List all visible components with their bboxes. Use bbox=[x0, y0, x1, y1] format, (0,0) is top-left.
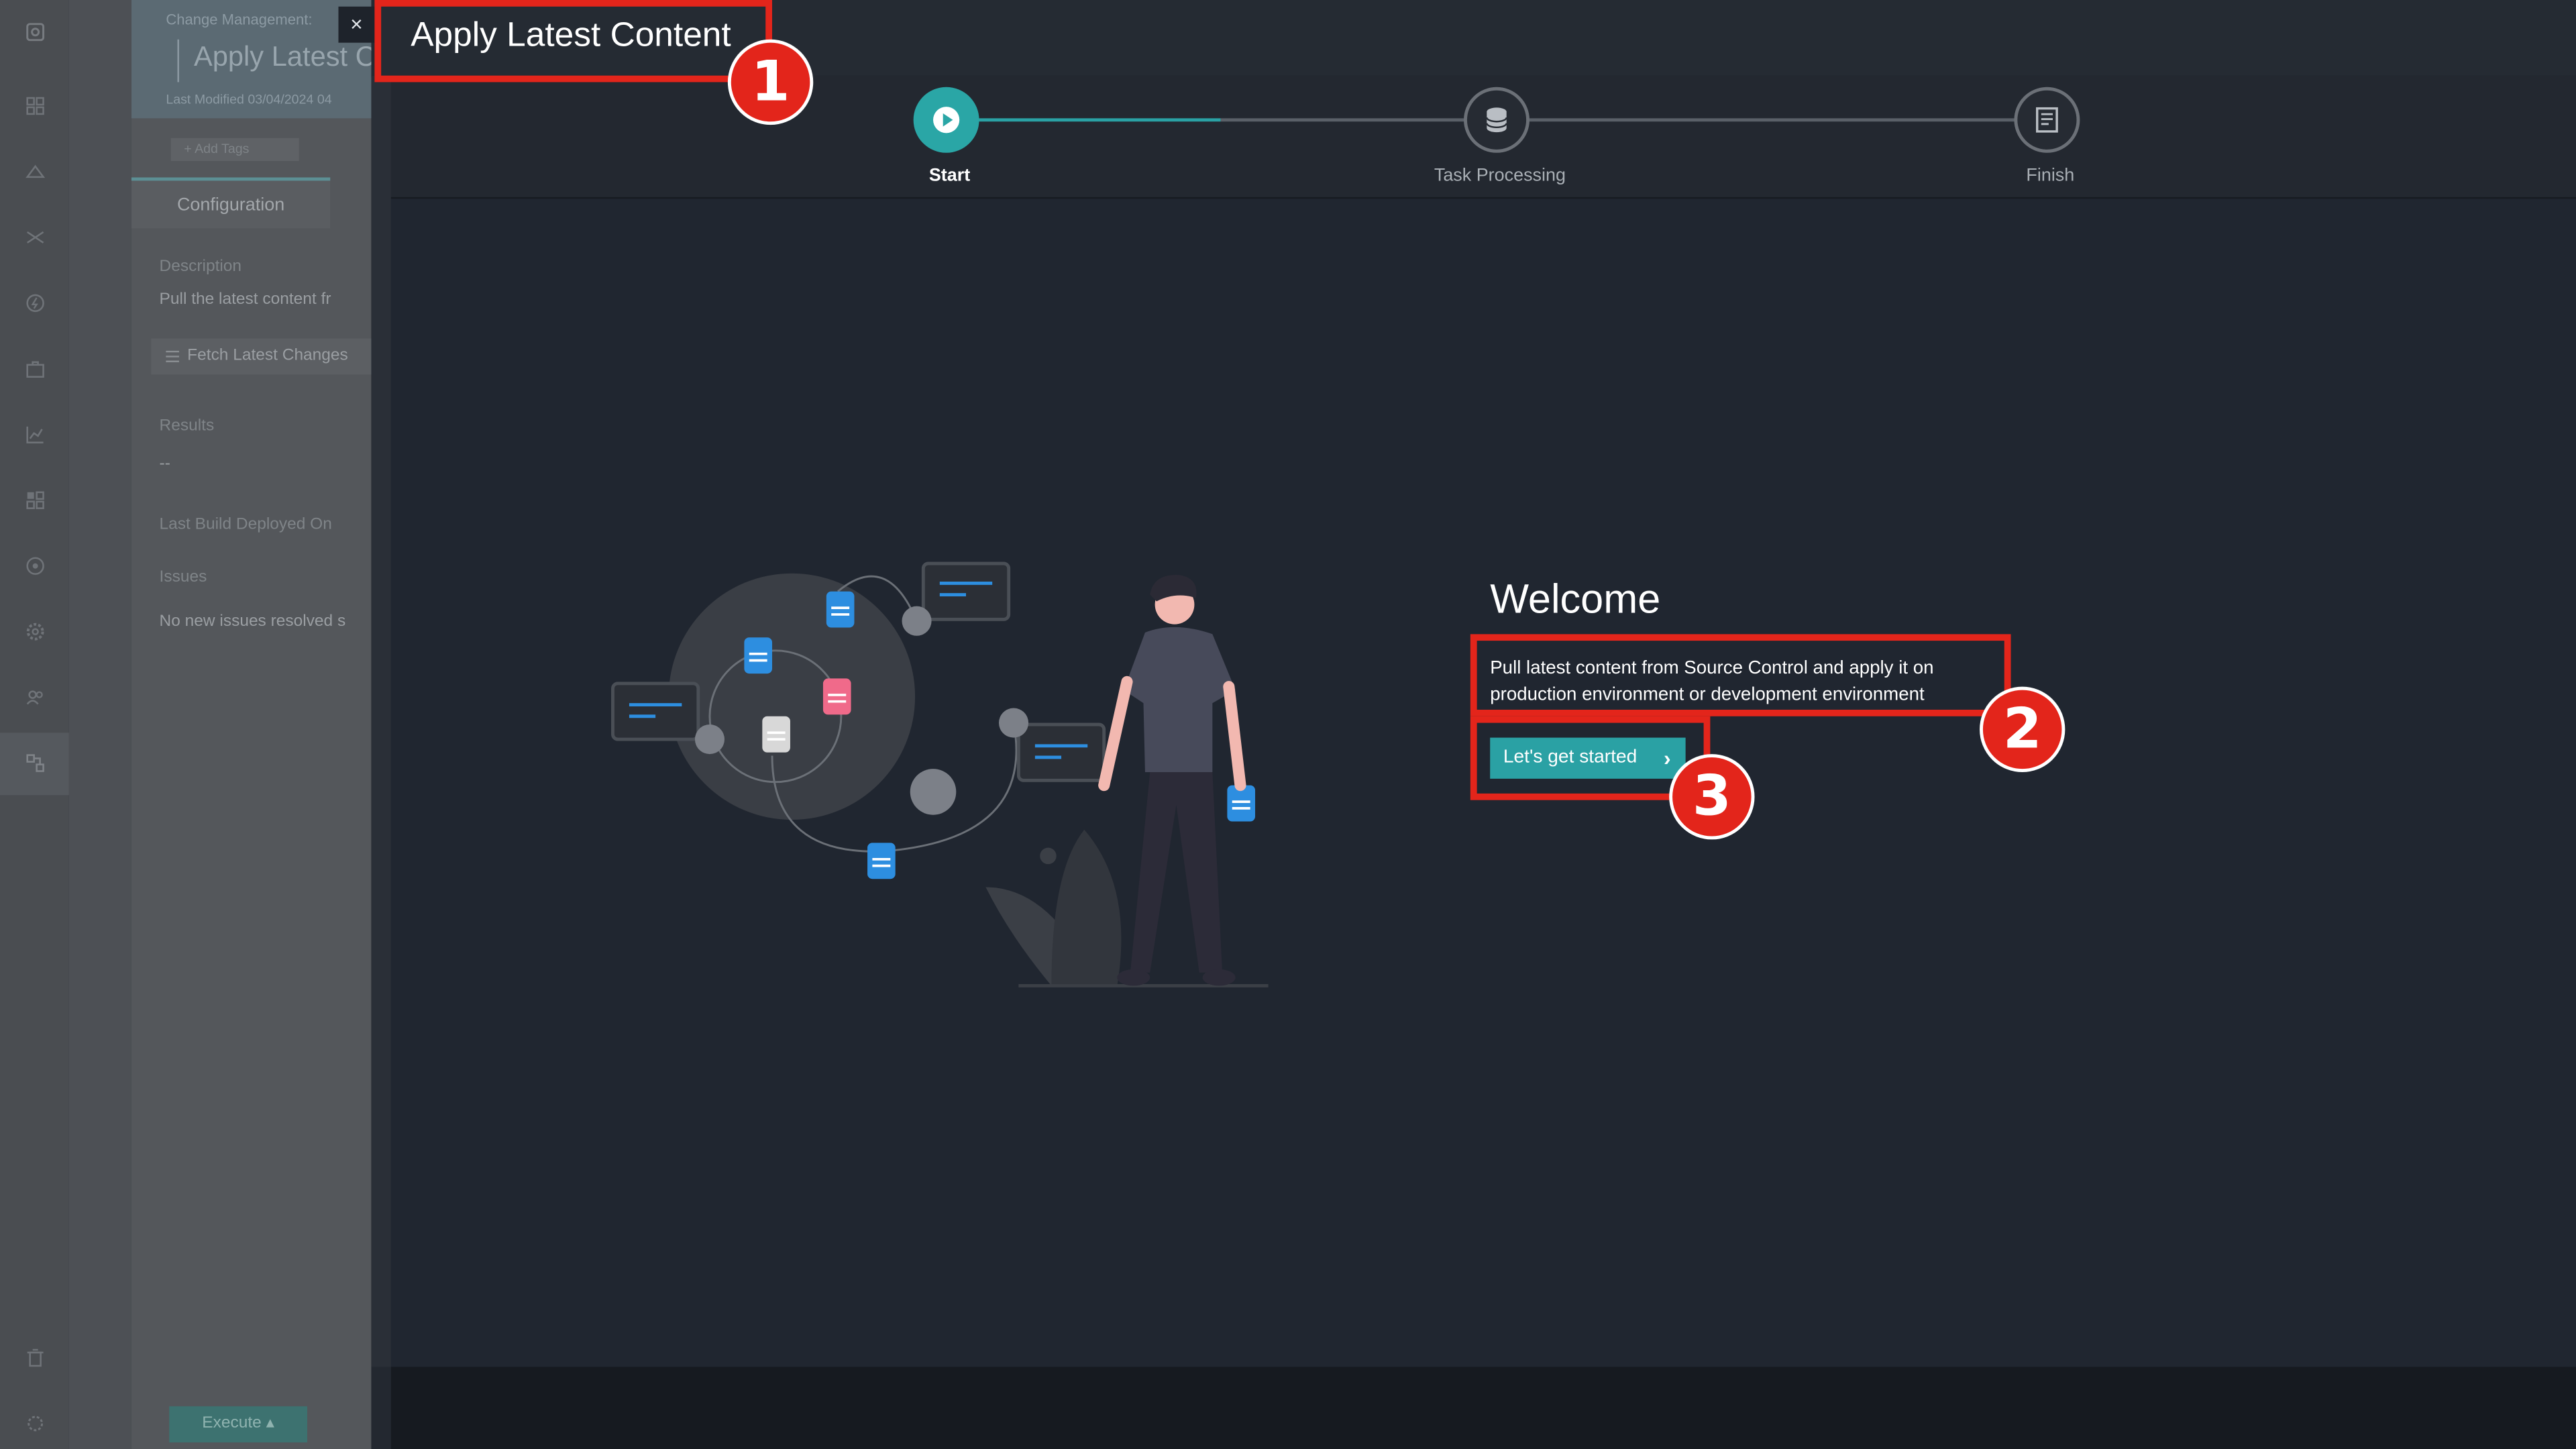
modal-inner-strip bbox=[371, 75, 391, 1367]
background-execute-label: Execute bbox=[202, 1414, 262, 1433]
step-task-processing-label: Task Processing bbox=[1434, 166, 1566, 186]
annotation-badge-3: 3 bbox=[1669, 754, 1755, 840]
bolt-icon[interactable] bbox=[21, 289, 48, 315]
trash-icon[interactable] bbox=[21, 1344, 48, 1370]
gear-icon[interactable] bbox=[21, 618, 48, 644]
icon-rail bbox=[0, 0, 69, 1449]
annotation-box-1 bbox=[374, 0, 773, 83]
background-issues-label: Issues bbox=[159, 568, 207, 587]
step-finish-label: Finish bbox=[2026, 166, 2075, 186]
modal-footer bbox=[390, 1366, 2576, 1449]
incident-icon[interactable] bbox=[21, 158, 48, 184]
step-task-processing[interactable] bbox=[1464, 87, 1530, 153]
background-description-label: Description bbox=[159, 258, 242, 276]
background-breadcrumb[interactable]: Change Management: bbox=[166, 11, 312, 28]
settings-icon[interactable] bbox=[21, 18, 48, 44]
background-execute-button[interactable]: Execute ▴ bbox=[169, 1406, 307, 1443]
shield-icon[interactable] bbox=[21, 552, 48, 578]
background-fetch-button[interactable]: Fetch Latest Changes bbox=[151, 338, 382, 375]
step-connector-line bbox=[1220, 118, 1466, 122]
background-add-tags-button[interactable]: + Add Tags bbox=[170, 138, 299, 162]
background-last-modified: Last Modified 03/04/2024 04 bbox=[166, 92, 332, 107]
apps-icon[interactable] bbox=[21, 486, 48, 513]
change-icon[interactable] bbox=[21, 749, 48, 775]
background-results-label: Results bbox=[159, 417, 215, 435]
background-fetch-label: Fetch Latest Changes bbox=[187, 346, 348, 365]
background-results-value: -- bbox=[159, 455, 170, 474]
annotation-box-2 bbox=[1470, 634, 2011, 716]
step-start[interactable] bbox=[913, 87, 979, 153]
play-icon bbox=[933, 107, 960, 133]
step-connector-line bbox=[1526, 118, 2016, 122]
welcome-title: Welcome bbox=[1490, 576, 1661, 623]
annotation-badge-1: 1 bbox=[727, 39, 814, 125]
step-finish[interactable] bbox=[2014, 87, 2080, 153]
dashboard-icon[interactable] bbox=[21, 92, 48, 118]
chart-icon[interactable] bbox=[21, 421, 48, 447]
modal-close-button[interactable]: × bbox=[338, 6, 375, 43]
shuffle-icon[interactable] bbox=[21, 223, 48, 250]
background-header: Change Management: Apply Latest C Last M… bbox=[131, 0, 376, 119]
background-issues-value: No new issues resolved s bbox=[159, 612, 346, 631]
background-strip: F C bbox=[68, 0, 183, 1449]
database-icon bbox=[1486, 107, 1507, 133]
background-description-value: Pull the latest content fr bbox=[159, 290, 331, 309]
fetch-icon bbox=[166, 350, 179, 363]
welcome-illustration bbox=[611, 561, 1269, 987]
users-icon[interactable] bbox=[21, 684, 48, 710]
background-last-build-label: Last Build Deployed On bbox=[159, 515, 332, 534]
report-icon bbox=[2036, 107, 2058, 133]
background-tab-configuration[interactable]: Configuration bbox=[131, 177, 331, 229]
cog-icon[interactable] bbox=[21, 1409, 48, 1436]
background-title-divider bbox=[177, 39, 179, 83]
step-start-label: Start bbox=[928, 166, 971, 186]
annotation-badge-2: 2 bbox=[1980, 686, 2065, 773]
briefcase-icon[interactable] bbox=[21, 355, 48, 381]
background-title: Apply Latest C bbox=[193, 41, 376, 72]
step-progress-line bbox=[977, 118, 1221, 122]
background-detail-panel: Change Management: Apply Latest C Last M… bbox=[131, 0, 382, 1449]
